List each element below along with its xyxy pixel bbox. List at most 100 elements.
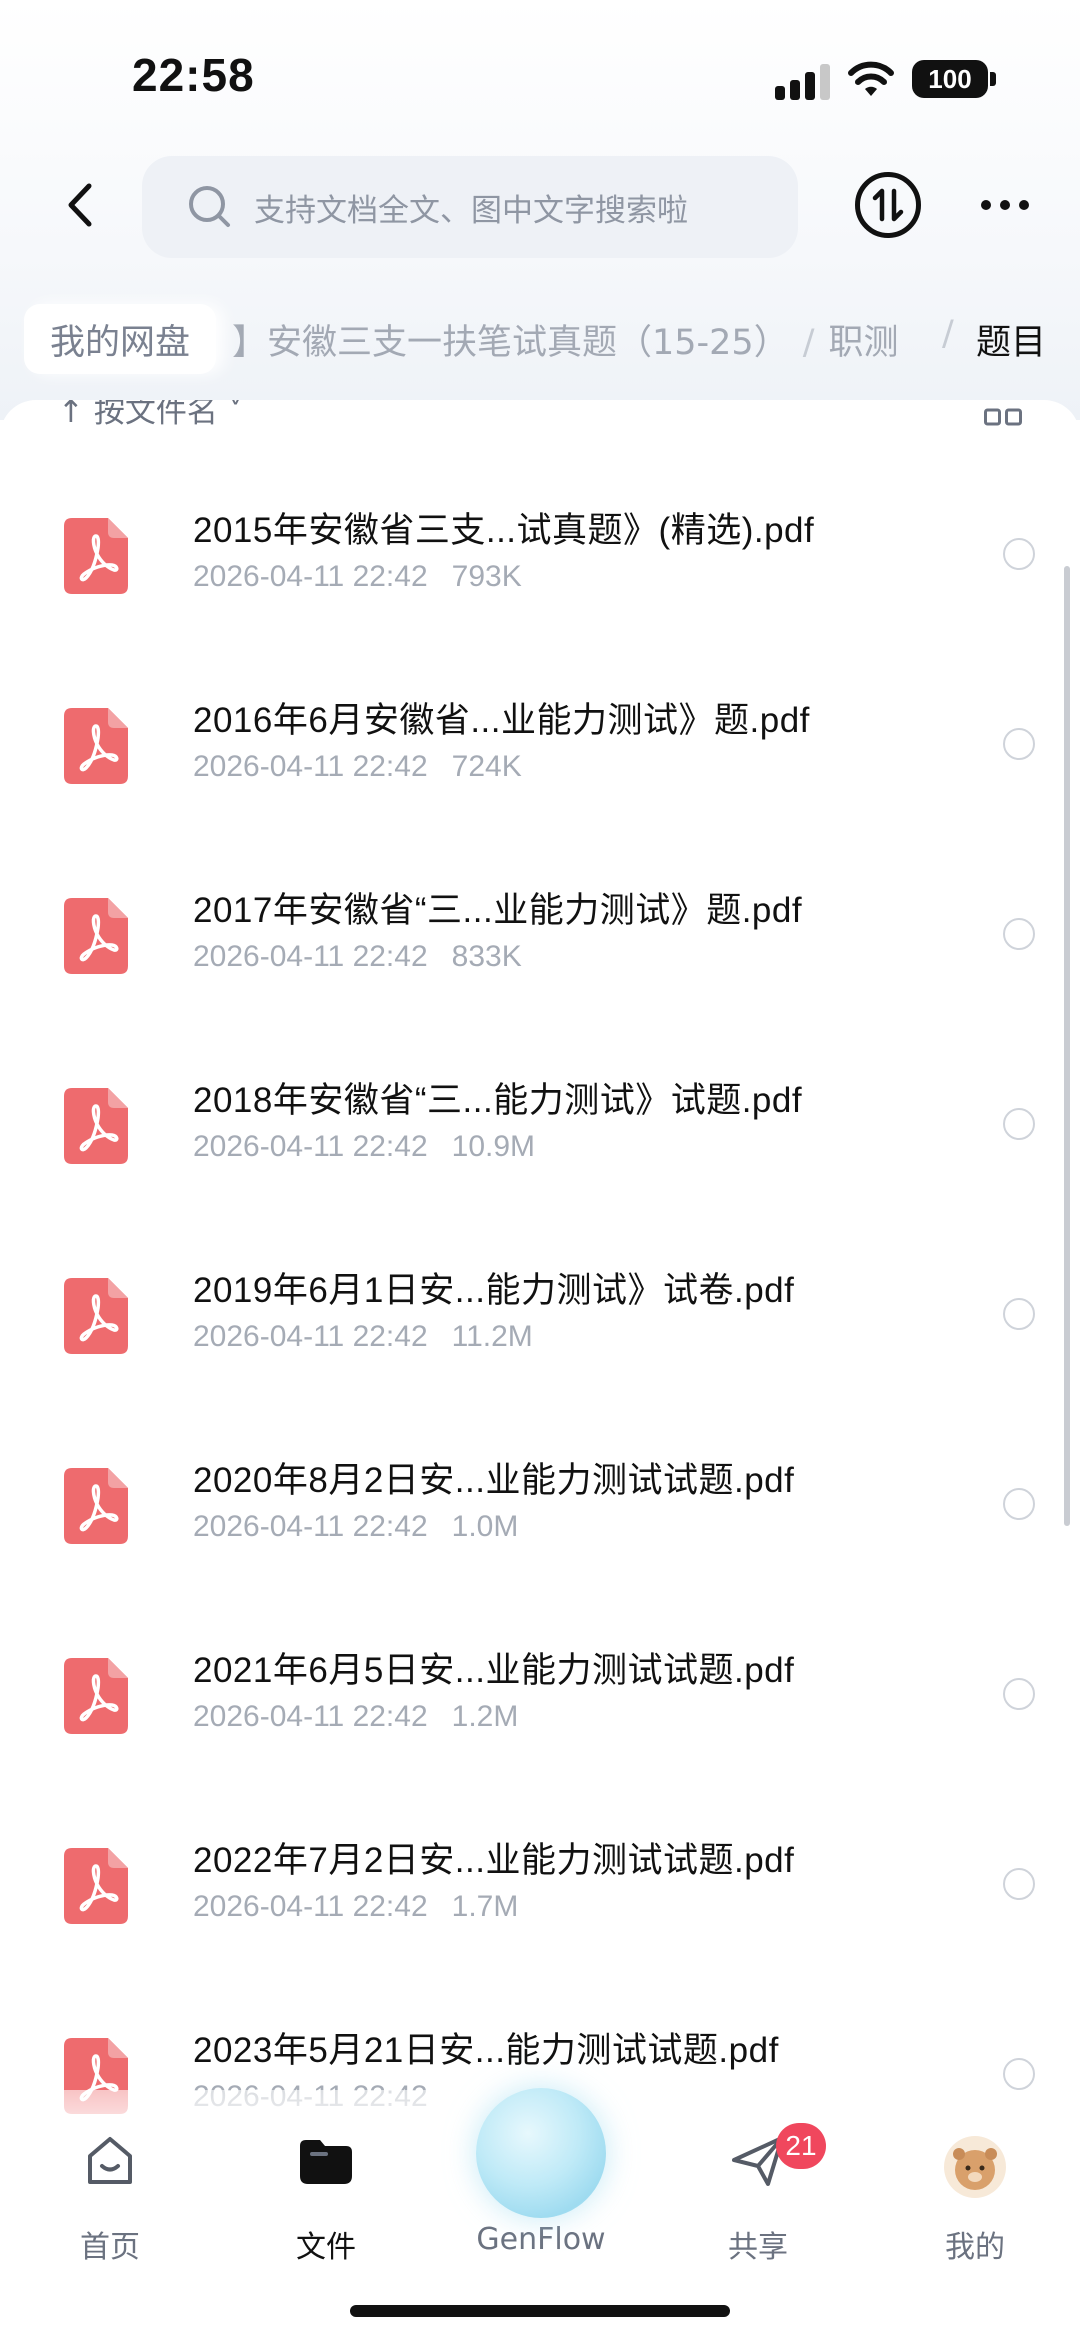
sort-button[interactable]: [855, 172, 921, 238]
nav-home-label: 首页: [80, 2230, 140, 2265]
select-checkbox[interactable]: [1003, 538, 1035, 570]
nav-home[interactable]: 首页: [30, 2130, 190, 2270]
pdf-icon: [64, 1658, 128, 1734]
file-name: 2015年安徽省三支...试真题》(精选).pdf: [193, 511, 815, 550]
file-name: 2019年6月1日安...能力测试》试卷.pdf: [193, 1271, 795, 1310]
file-meta: 2026-04-11 22:42 793K: [193, 560, 522, 594]
breadcrumb-trail[interactable]: 】安徽三支一扶笔试真题（15-25） / 职测: [232, 314, 899, 365]
file-row[interactable]: 2022年7月2日安...业能力测试试题.pdf 2026-04-11 22:42…: [0, 1790, 1080, 1980]
file-meta: 2026-04-11 22:42 10.9M: [193, 1130, 535, 1164]
select-checkbox[interactable]: [1003, 728, 1035, 760]
home-indicator: [350, 2305, 730, 2317]
grid-view-icon[interactable]: [984, 406, 1022, 428]
file-size: 1.0M: [451, 1510, 519, 1543]
select-checkbox[interactable]: [1003, 2058, 1035, 2090]
folder-icon: [300, 2140, 352, 2184]
file-date: 2026-04-11 22:42: [193, 1130, 428, 1163]
search-placeholder: 支持文档全文、图中文字搜索啦: [254, 192, 688, 229]
battery-cap: [990, 72, 996, 86]
pdf-icon: [64, 1278, 128, 1354]
pdf-icon: [64, 518, 128, 594]
select-checkbox[interactable]: [1003, 1678, 1035, 1710]
file-date: 2026-04-11 22:42: [193, 1510, 428, 1543]
share-badge: 21: [776, 2123, 826, 2169]
file-date: 2026-04-11 22:42: [193, 940, 428, 973]
file-row[interactable]: 2020年8月2日安...业能力测试试题.pdf 2026-04-11 22:42…: [0, 1410, 1080, 1600]
breadcrumb-folder[interactable]: 】安徽三支一扶笔试真题（15-25）: [232, 323, 789, 363]
search-icon: [189, 186, 230, 227]
file-row[interactable]: 2021年6月5日安...业能力测试试题.pdf 2026-04-11 22:42…: [0, 1600, 1080, 1790]
file-date: 2026-04-11 22:42: [193, 1700, 428, 1733]
more-icon: [981, 200, 991, 210]
back-button[interactable]: [50, 170, 110, 240]
breadcrumb-separator: /: [942, 314, 954, 354]
breadcrumb: 我的网盘 】安徽三支一扶笔试真题（15-25） / 职测 / 题目: [0, 300, 1080, 380]
pdf-icon: [64, 708, 128, 784]
file-size: 793K: [451, 560, 522, 593]
file-meta: 2026-04-11 22:42 11.2M: [193, 1320, 533, 1354]
file-row[interactable]: 2018年安徽省“三...能力测试》试题.pdf 2026-04-11 22:42…: [0, 1030, 1080, 1220]
file-meta: 2026-04-11 22:42 1.0M: [193, 1510, 518, 1544]
file-row[interactable]: 2019年6月1日安...能力测试》试卷.pdf 2026-04-11 22:42…: [0, 1220, 1080, 1410]
file-list-panel: ↑ 按文件名 ˅ 2015年安徽省三支...试真题》(精选).pdf 2026-0…: [0, 400, 1080, 2120]
home-icon: [88, 2137, 132, 2184]
select-checkbox[interactable]: [1003, 1488, 1035, 1520]
file-date: 2026-04-11 22:42: [193, 560, 428, 593]
nav-genflow-label: GenFlow: [476, 2222, 606, 2257]
back-icon: [68, 183, 92, 227]
scrollbar[interactable]: [1064, 566, 1070, 1526]
pdf-icon: [64, 1088, 128, 1164]
file-row[interactable]: 2015年安徽省三支...试真题》(精选).pdf 2026-04-11 22:4…: [0, 460, 1080, 650]
select-checkbox[interactable]: [1003, 1108, 1035, 1140]
file-date: 2026-04-11 22:42: [193, 750, 428, 783]
nav-files-label: 文件: [296, 2230, 356, 2265]
file-name: 2023年5月21日安...能力测试试题.pdf: [193, 2031, 779, 2070]
file-meta: 2026-04-11 22:42 1.2M: [193, 1700, 518, 1734]
file-size: 724K: [451, 750, 522, 783]
file-date: 2026-04-11 22:42: [193, 1320, 428, 1353]
nav-share-label: 共享: [728, 2230, 788, 2265]
nav-profile-label: 我的: [945, 2230, 1005, 2265]
genflow-orb[interactable]: [476, 2088, 606, 2218]
file-size: 11.2M: [451, 1320, 533, 1353]
breadcrumb-root[interactable]: 我的网盘: [24, 304, 217, 374]
select-checkbox[interactable]: [1003, 1868, 1035, 1900]
file-row[interactable]: 2016年6月安徽省...业能力测试》题.pdf 2026-04-11 22:42…: [0, 650, 1080, 840]
select-checkbox[interactable]: [1003, 1298, 1035, 1330]
breadcrumb-folder-middle[interactable]: 职测: [829, 323, 899, 363]
sort-by-name-label[interactable]: ↑ 按文件名 ˅: [58, 400, 243, 431]
file-name: 2017年安徽省“三...业能力测试》题.pdf: [193, 891, 803, 930]
more-button[interactable]: [972, 180, 1038, 230]
status-bar: 22:58 100: [0, 0, 1080, 150]
pdf-icon: [64, 898, 128, 974]
bottom-navigation: 首页 文件 GenFlow 共享 我的: [0, 2088, 1080, 2341]
select-checkbox[interactable]: [1003, 918, 1035, 950]
file-name: 2020年8月2日安...业能力测试试题.pdf: [193, 1461, 795, 1500]
more-icon: [1000, 200, 1010, 210]
breadcrumb-separator: /: [802, 323, 815, 363]
avatar-bear-icon: [953, 2148, 997, 2190]
nav-files[interactable]: 文件: [246, 2130, 406, 2270]
file-meta: 2026-04-11 22:42 833K: [193, 940, 522, 974]
cellular-signal-icon: [775, 62, 831, 100]
file-meta: 2026-04-11 22:42 724K: [193, 750, 522, 784]
wifi-icon: [848, 61, 894, 96]
file-name: 2016年6月安徽省...业能力测试》题.pdf: [193, 701, 810, 740]
search-input[interactable]: 支持文档全文、图中文字搜索啦: [142, 156, 798, 258]
file-name: 2018年安徽省“三...能力测试》试题.pdf: [193, 1081, 803, 1120]
file-name: 2021年6月5日安...业能力测试试题.pdf: [193, 1651, 795, 1690]
sort-label-text: 按文件名: [93, 400, 218, 430]
more-icon: [1019, 200, 1029, 210]
pdf-icon: [64, 1848, 128, 1924]
status-time: 22:58: [132, 49, 255, 101]
file-meta: 2026-04-11 22:42 1.7M: [193, 1890, 518, 1924]
pdf-icon: [64, 1468, 128, 1544]
file-row[interactable]: 2017年安徽省“三...业能力测试》题.pdf 2026-04-11 22:42…: [0, 840, 1080, 1030]
file-name: 2022年7月2日安...业能力测试试题.pdf: [193, 1841, 795, 1880]
file-size: 833K: [451, 940, 522, 973]
battery-indicator: 100: [912, 60, 988, 98]
breadcrumb-current: 题目: [976, 323, 1047, 363]
avatar[interactable]: [944, 2136, 1006, 2198]
file-size: 10.9M: [451, 1130, 536, 1163]
file-date: 2026-04-11 22:42: [193, 1890, 428, 1923]
